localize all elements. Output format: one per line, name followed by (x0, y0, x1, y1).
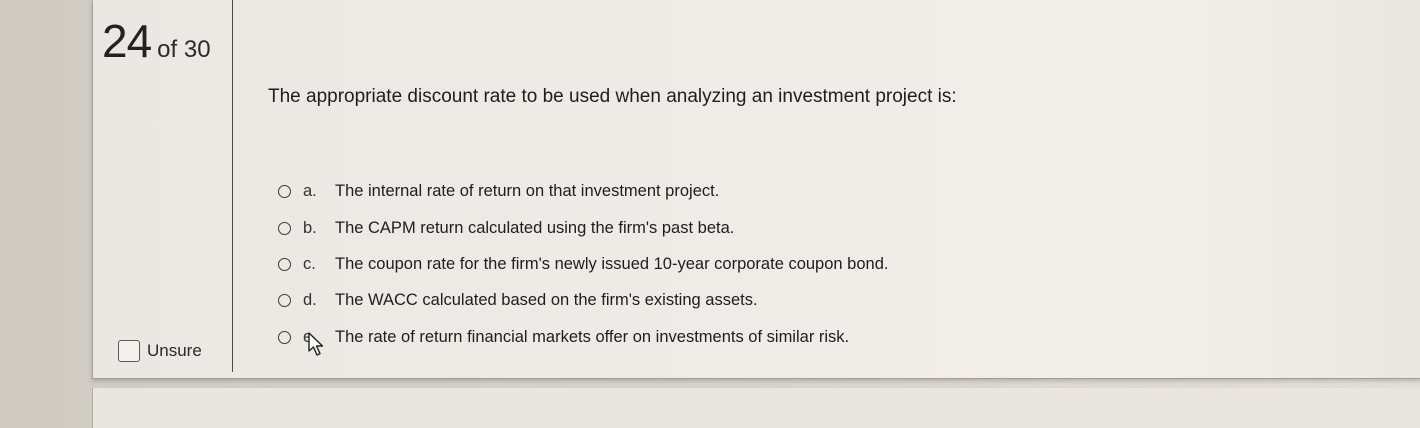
option-text: The WACC calculated based on the firm's … (335, 290, 758, 309)
option-text: The CAPM return calculated using the fir… (335, 218, 735, 237)
unsure-toggle[interactable]: Unsure (118, 340, 202, 362)
option-text: The internal rate of return on that inve… (335, 181, 720, 200)
radio-button-icon[interactable] (278, 221, 291, 235)
option-text: The coupon rate for the firm's newly iss… (335, 254, 889, 273)
option-letter: b. (303, 218, 317, 237)
next-question-card (92, 388, 1420, 428)
radio-button-icon[interactable] (278, 184, 291, 198)
question-text: The appropriate discount rate to be used… (268, 86, 957, 107)
answer-option-d[interactable]: d. The WACC calculated based on the firm… (278, 288, 758, 312)
answer-option-c[interactable]: c. The coupon rate for the firm's newly … (278, 252, 888, 276)
mouse-pointer-icon (308, 332, 324, 356)
unsure-label: Unsure (147, 341, 202, 360)
answer-option-a[interactable]: a. The internal rate of return on that i… (278, 179, 719, 203)
radio-button-icon[interactable] (278, 257, 291, 271)
answer-option-b[interactable]: b. The CAPM return calculated using the … (278, 216, 734, 240)
checkbox-icon[interactable] (118, 340, 140, 362)
option-letter: c. (303, 254, 316, 273)
option-letter: d. (303, 290, 317, 309)
question-total: of 30 (157, 36, 211, 63)
sidebar-divider (232, 0, 233, 372)
option-text: The rate of return financial markets off… (335, 327, 850, 346)
question-counter: 24 of 30 (102, 14, 211, 67)
answer-option-e[interactable]: e. The rate of return financial markets … (278, 325, 849, 349)
radio-button-icon[interactable] (278, 293, 291, 307)
question-number: 24 (102, 15, 152, 67)
option-letter: a. (303, 181, 317, 200)
radio-button-icon[interactable] (278, 330, 291, 344)
